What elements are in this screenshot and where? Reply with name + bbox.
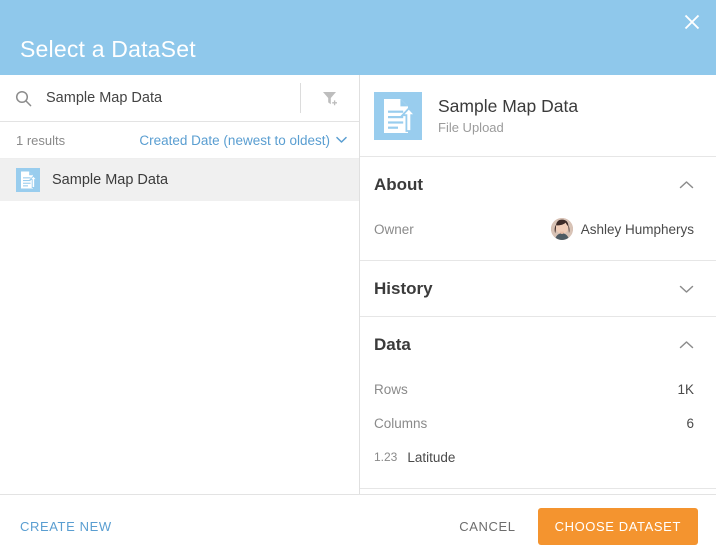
owner-value: Ashley Humpherys (550, 218, 694, 240)
file-upload-icon (374, 91, 422, 140)
list-item[interactable]: Sample Map Data (0, 159, 359, 201)
detail-header: Sample Map Data File Upload (360, 75, 716, 157)
section-history-title: History (374, 278, 433, 298)
detail-subtitle: File Upload (438, 119, 504, 135)
section-data-header[interactable]: Data (374, 317, 694, 372)
section-history-header[interactable]: History (374, 261, 694, 316)
owner-row: Owner Ashley Humpherys (374, 212, 694, 246)
columns-value: 6 (686, 415, 694, 431)
close-icon[interactable] (678, 8, 706, 36)
rows-value: 1K (677, 381, 694, 397)
avatar (550, 218, 573, 240)
chevron-up-icon[interactable] (679, 340, 694, 350)
search-input[interactable] (46, 85, 296, 111)
section-data-title: Data (374, 334, 411, 354)
columns-label: Columns (374, 415, 428, 431)
chevron-down-icon[interactable] (679, 284, 694, 294)
section-about-title: About (374, 174, 424, 194)
search-bar (0, 75, 359, 122)
section-data: Data Rows 1K Columns 6 1.23 Latitude (360, 317, 716, 489)
owner-label: Owner (374, 221, 414, 237)
detail-header-text: Sample Map Data File Upload (438, 95, 578, 137)
section-about-body: Owner Ashley Humpherys (374, 212, 694, 260)
search-icon (0, 90, 46, 107)
modal-header: Select a DataSet (0, 0, 716, 75)
columns-row: Columns 6 (374, 406, 694, 440)
rows-label: Rows (374, 381, 408, 397)
modal-body: 1 results Created Date (newest to oldest… (0, 75, 716, 495)
dataset-list-pane: 1 results Created Date (newest to oldest… (0, 75, 360, 494)
chevron-up-icon[interactable] (679, 180, 694, 190)
create-new-button[interactable]: CREATE NEW (20, 519, 112, 534)
results-toolbar: 1 results Created Date (newest to oldest… (0, 122, 359, 159)
column-name-label: Latitude (407, 449, 456, 465)
column-type-label: 1.23 (374, 450, 398, 464)
cancel-button[interactable]: CANCEL (459, 519, 515, 534)
page-title: Select a DataSet (20, 36, 196, 62)
sort-dropdown[interactable]: Created Date (newest to oldest) (139, 131, 347, 149)
file-upload-icon (16, 168, 40, 192)
column-list-item: 1.23 Latitude (374, 440, 694, 474)
select-dataset-modal: Select a DataSet Sample Map Data 1 resul… (0, 0, 716, 558)
choose-dataset-button[interactable]: CHOOSE DATASET (537, 508, 698, 545)
section-data-body: Rows 1K Columns 6 1.23 Latitude (374, 372, 694, 488)
dataset-detail-pane: Sample Map Data File Upload About Owner … (360, 75, 716, 494)
detail-title: Sample Map Data (438, 95, 579, 116)
sort-dropdown-label: Created Date (newest to oldest) (139, 132, 330, 148)
filter-add-icon[interactable] (301, 89, 359, 108)
chevron-down-icon (336, 131, 347, 149)
rows-row: Rows 1K (374, 372, 694, 406)
results-count: 1 results (16, 132, 66, 148)
section-about-header[interactable]: About (374, 157, 694, 212)
owner-name: Ashley Humpherys (580, 221, 694, 237)
section-history: History (360, 261, 716, 317)
detail-scroll-area[interactable]: About Owner Ashley Humpherys History Dat… (360, 157, 716, 494)
footer-actions: CANCEL CHOOSE DATASET (459, 508, 698, 545)
dataset-result-list: Sample Map Data (0, 159, 359, 494)
list-item-label: Sample Map Data (52, 172, 169, 188)
modal-footer: CREATE NEW CANCEL CHOOSE DATASET (0, 495, 716, 558)
section-about: About Owner Ashley Humpherys (360, 157, 716, 261)
